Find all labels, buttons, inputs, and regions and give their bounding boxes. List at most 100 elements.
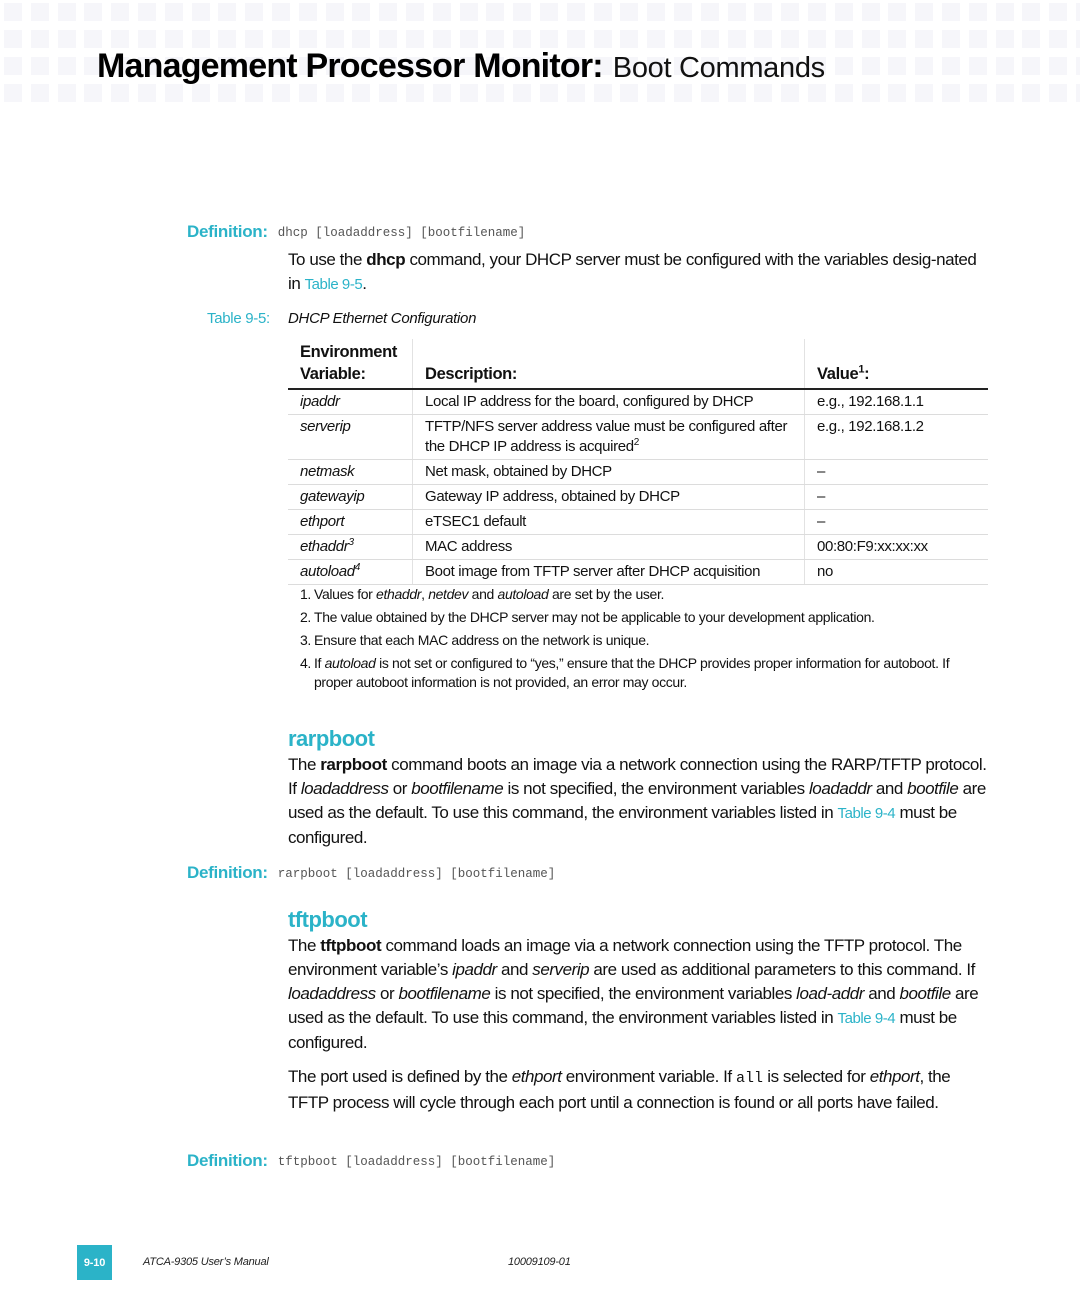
cell-value: e.g., 192.168.1.2 [804, 414, 988, 460]
description-text: Gateway IP address, obtained by DHCP [425, 488, 680, 505]
table-9-4-link[interactable]: Table 9-4 [838, 1010, 896, 1027]
text: and [863, 984, 900, 1003]
grid-square [968, 30, 987, 48]
text: is not set or configured to “yes,” ensur… [314, 655, 950, 690]
grid-square [84, 3, 103, 21]
footnote-number: 1. [300, 586, 311, 602]
grid-square [57, 30, 76, 48]
grid-square [406, 3, 424, 21]
grid-square [727, 3, 746, 21]
grid-square [781, 3, 800, 21]
description-text: eTSEC1 default [425, 513, 526, 530]
variable-name: ethport [300, 513, 345, 530]
table-number: Table 9-5: [207, 310, 270, 327]
grid-square [968, 84, 987, 102]
table-9-5-link[interactable]: Table 9-5 [305, 276, 363, 293]
grid-square [1076, 3, 1080, 21]
definition-label: Definition: [187, 1151, 268, 1170]
footnote-number: 4. [300, 655, 311, 671]
grid-square [138, 3, 156, 21]
grid-square [432, 3, 451, 21]
cell-value: no [804, 559, 988, 585]
description-text: Boot image from TFTP server after DHCP a… [425, 563, 761, 580]
table-row: serverip TFTP/NFS server address value mu… [288, 414, 988, 460]
grid-square [995, 30, 1014, 48]
footnote-ref: 2 [633, 437, 640, 448]
grid-square [620, 3, 639, 21]
description-text: MAC address [425, 538, 513, 555]
grid-square [298, 3, 317, 21]
table-9-4-link[interactable]: Table 9-4 [838, 805, 896, 822]
cell-variable: netmask [288, 459, 413, 485]
definition-label: Definition: [187, 863, 268, 882]
cell-value: – [804, 484, 988, 510]
grid-square [888, 30, 907, 48]
grid-square [834, 84, 853, 102]
cell-variable: autoload4 [288, 559, 413, 585]
tftpboot-paragraph: The tftpboot command loads an image via … [288, 934, 988, 1055]
grid-square [1049, 3, 1068, 21]
table-footnotes: 1. Values for ethaddr, netdev and autoloa… [300, 583, 980, 694]
footnote-number: 2. [300, 609, 311, 625]
text: The value obtained by the DHCP server ma… [314, 609, 875, 625]
footnote: 2. The value obtained by the DHCP server … [300, 606, 980, 629]
grid-square [513, 3, 532, 21]
footnote: 4. If autoload is not set or configured t… [300, 652, 980, 694]
grid-square [57, 84, 76, 102]
variable-name: gatewayip [300, 488, 365, 505]
page-subtitle: Boot Commands [612, 52, 825, 84]
grid-square [379, 3, 398, 21]
cell-variable: ipaddr [288, 389, 413, 415]
grid-square [566, 3, 585, 21]
text: To use the [288, 250, 367, 269]
text: Values for [314, 586, 377, 602]
grid-square [1022, 57, 1041, 75]
grid-square [834, 30, 853, 48]
grid-square [915, 84, 934, 102]
dhcp-config-table: Environment Variable: Description: Value1… [288, 339, 988, 585]
table-row: ipaddr Local IP address for the board, co… [288, 389, 988, 415]
variable-name: autoload [300, 563, 355, 580]
grid-square [861, 3, 880, 21]
grid-square [57, 3, 76, 21]
text: and [871, 779, 908, 798]
text: or [375, 984, 399, 1003]
grid-square [1022, 3, 1041, 21]
cell-value: e.g., 192.168.1.1 [804, 389, 988, 415]
cell-variable: serverip [288, 414, 413, 460]
grid-square [540, 3, 558, 21]
grid-square [888, 84, 907, 102]
grid-square [459, 3, 478, 21]
grid-square [888, 57, 907, 75]
manual-title: ATCA-9305 User’s Manual [143, 1256, 269, 1268]
rarpboot-heading: rarpboot [288, 726, 375, 751]
table-row: ethaddr3 MAC address 00:80:F9:xx:xx:xx [288, 534, 988, 560]
grid-square [888, 3, 907, 21]
page-header: Management Processor Monitor: Boot Comman… [97, 44, 825, 90]
grid-square [593, 3, 612, 21]
text: are used as additional parameters to thi… [589, 960, 975, 979]
grid-square [352, 3, 371, 21]
description-text: Local IP address for the board, configur… [425, 393, 754, 410]
text: The port used is defined by the [288, 1067, 512, 1086]
definition-syntax: rarpboot [loadaddress] [bootfilename] [277, 867, 556, 881]
grid-square [861, 84, 880, 102]
grid-square [245, 3, 264, 21]
grid-square [1022, 84, 1041, 102]
description-text: TFTP/NFS server address value must be co… [425, 418, 788, 455]
grid-square [4, 84, 22, 102]
text: is selected for [763, 1067, 870, 1086]
grid-square [1076, 57, 1080, 75]
text: are set by the user. [548, 586, 665, 602]
footnote-number: 3. [300, 632, 311, 648]
text: Ensure that each MAC address on the netw… [314, 632, 650, 648]
cell-description: Net mask, obtained by DHCP [412, 459, 805, 485]
grid-square [834, 57, 853, 75]
text: The [288, 936, 321, 955]
cell-description: Boot image from TFTP server after DHCP a… [412, 559, 805, 585]
header-label: Value [817, 365, 859, 383]
text: is not specified, the environment variab… [490, 984, 797, 1003]
header-label: Environment Variable: [300, 343, 397, 383]
table-row: autoload4 Boot image from TFTP server aft… [288, 559, 988, 585]
text: and [496, 960, 533, 979]
